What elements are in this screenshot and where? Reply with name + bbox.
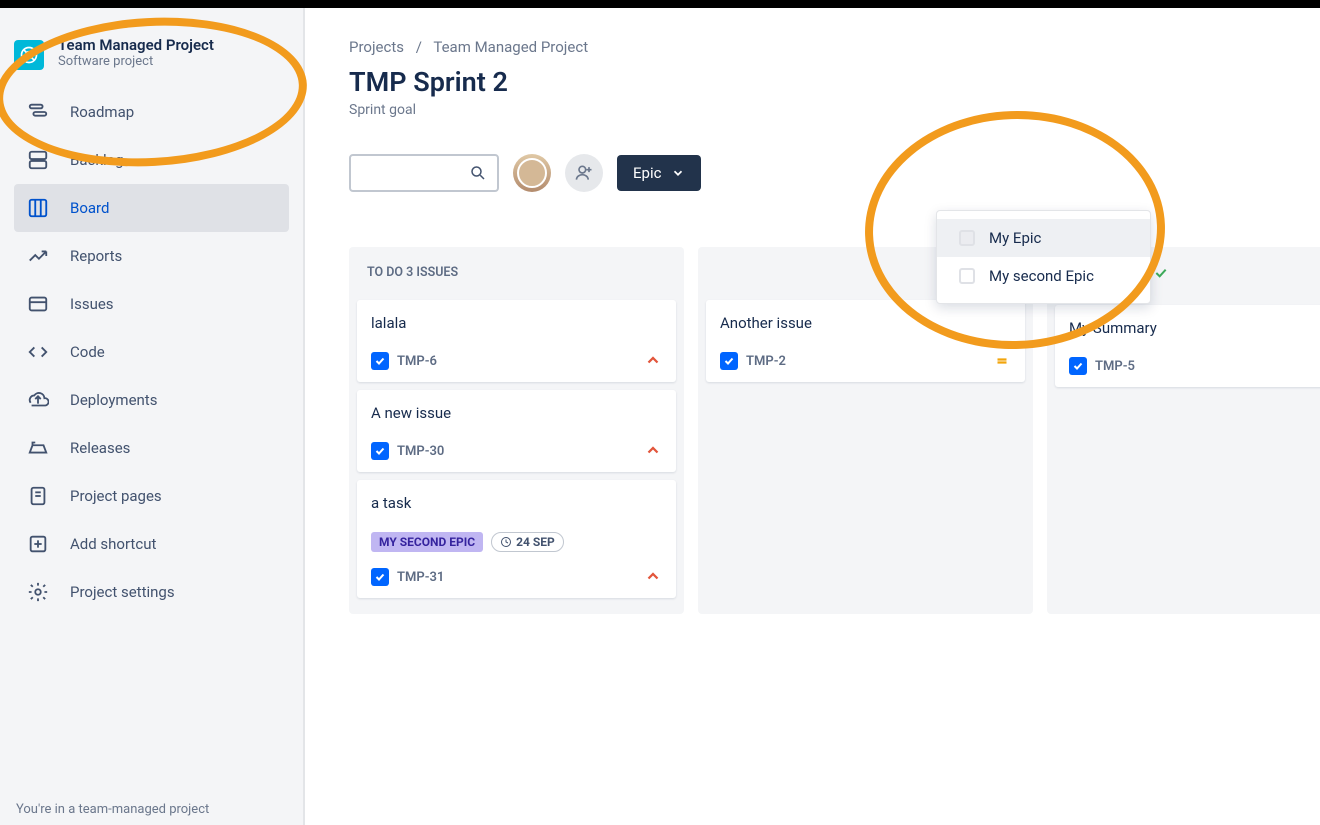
card-title: A new issue — [371, 404, 662, 422]
add-people-icon — [574, 163, 594, 183]
task-type-icon — [371, 442, 389, 460]
card-title: a task — [371, 494, 662, 512]
nav-label: Board — [70, 199, 109, 217]
sidebar-item-settings[interactable]: Project settings — [14, 568, 289, 616]
card[interactable]: A new issue TMP-30 — [357, 390, 676, 472]
nav-label: Deployments — [70, 391, 157, 409]
backlog-icon — [26, 148, 50, 172]
epic-filter-dropdown: My Epic My second Epic — [936, 210, 1151, 304]
board-icon — [26, 196, 50, 220]
dropdown-label: My Epic — [989, 229, 1041, 247]
nav-label: Project pages — [70, 487, 162, 505]
nav-label: Backlog — [70, 151, 124, 169]
epic-filter-button[interactable]: Epic — [617, 155, 701, 191]
card-key: TMP-6 — [397, 354, 437, 369]
nav-label: Project settings — [70, 583, 175, 601]
reports-icon — [26, 244, 50, 268]
sidebar-item-releases[interactable]: Releases — [14, 424, 289, 472]
priority-high-icon — [644, 442, 662, 460]
task-type-icon — [1069, 357, 1087, 375]
date-badge: 24 SEP — [491, 532, 564, 552]
card-key: TMP-30 — [397, 444, 444, 459]
dropdown-item-my-second-epic[interactable]: My second Epic — [937, 257, 1150, 295]
releases-icon — [26, 436, 50, 460]
pages-icon — [26, 484, 50, 508]
board: TO DO 3 ISSUES lalala TMP-6 A new issue — [349, 247, 1320, 614]
priority-medium-icon — [993, 352, 1011, 370]
breadcrumb-current[interactable]: Team Managed Project — [433, 38, 588, 56]
sidebar-item-issues[interactable]: Issues — [14, 280, 289, 328]
search-input[interactable] — [349, 154, 499, 192]
check-icon — [1153, 265, 1169, 285]
sidebar-item-pages[interactable]: Project pages — [14, 472, 289, 520]
nav-label: Code — [70, 343, 105, 361]
roadmap-icon — [26, 100, 50, 124]
sidebar-item-board[interactable]: Board — [14, 184, 289, 232]
breadcrumb-root[interactable]: Projects — [349, 38, 404, 56]
add-people-button[interactable] — [565, 154, 603, 192]
sidebar-item-code[interactable]: Code — [14, 328, 289, 376]
settings-icon — [26, 580, 50, 604]
project-avatar — [14, 40, 44, 70]
card-key: TMP-5 — [1095, 359, 1135, 374]
project-header[interactable]: Team Managed Project Software project — [0, 30, 303, 88]
nav-label: Releases — [70, 439, 130, 457]
sidebar: Team Managed Project Software project Ro… — [0, 8, 305, 825]
toolbar: Epic — [349, 154, 1320, 192]
epic-badge[interactable]: MY SECOND EPIC — [371, 532, 483, 552]
sidebar-footer: You're in a team-managed project — [0, 788, 225, 825]
card-key: TMP-31 — [397, 570, 444, 585]
nav-label: Roadmap — [70, 103, 134, 121]
priority-high-icon — [644, 568, 662, 586]
card[interactable]: Another issue TMP-2 — [706, 300, 1025, 382]
task-type-icon — [371, 568, 389, 586]
code-icon — [26, 340, 50, 364]
card-key: TMP-2 — [746, 354, 786, 369]
column-header-todo[interactable]: TO DO 3 ISSUES — [349, 247, 684, 292]
project-name: Team Managed Project — [58, 36, 214, 54]
main: Projects / Team Managed Project TMP Spri… — [305, 8, 1320, 825]
nav-label: Add shortcut — [70, 535, 156, 553]
nav-label: Reports — [70, 247, 122, 265]
card[interactable]: lalala TMP-6 — [357, 300, 676, 382]
dropdown-label: My second Epic — [989, 267, 1094, 285]
card[interactable]: My Summary TMP-5 — [1055, 305, 1320, 387]
page-title: TMP Sprint 2 — [349, 66, 1320, 98]
priority-high-icon — [644, 352, 662, 370]
sidebar-item-deployments[interactable]: Deployments — [14, 376, 289, 424]
checkbox[interactable] — [959, 268, 975, 284]
sidebar-item-backlog[interactable]: Backlog — [14, 136, 289, 184]
chevron-down-icon — [671, 166, 685, 180]
column-todo: TO DO 3 ISSUES lalala TMP-6 A new issue — [349, 247, 684, 614]
sidebar-item-shortcut[interactable]: Add shortcut — [14, 520, 289, 568]
issues-icon — [26, 292, 50, 316]
card[interactable]: a task MY SECOND EPIC 24 SEP TMP-31 — [357, 480, 676, 598]
shortcut-icon — [26, 532, 50, 556]
project-type: Software project — [58, 54, 214, 69]
nav-list: Roadmap Backlog Board Reports Issues Cod… — [0, 88, 303, 616]
checkbox[interactable] — [959, 230, 975, 246]
sidebar-item-roadmap[interactable]: Roadmap — [14, 88, 289, 136]
dropdown-item-my-epic[interactable]: My Epic — [937, 219, 1150, 257]
filter-label: Epic — [633, 164, 661, 182]
nav-label: Issues — [70, 295, 114, 313]
task-type-icon — [371, 352, 389, 370]
clock-icon — [500, 536, 512, 548]
breadcrumb: Projects / Team Managed Project — [349, 38, 1320, 56]
sidebar-item-reports[interactable]: Reports — [14, 232, 289, 280]
card-title: lalala — [371, 314, 662, 332]
task-type-icon — [720, 352, 738, 370]
lifebuoy-icon — [19, 45, 39, 65]
deployments-icon — [26, 388, 50, 412]
page-subtitle: Sprint goal — [349, 102, 1320, 118]
search-icon — [469, 164, 487, 182]
card-title: Another issue — [720, 314, 1011, 332]
card-title: My Summary — [1069, 319, 1320, 337]
user-avatar[interactable] — [513, 154, 551, 192]
